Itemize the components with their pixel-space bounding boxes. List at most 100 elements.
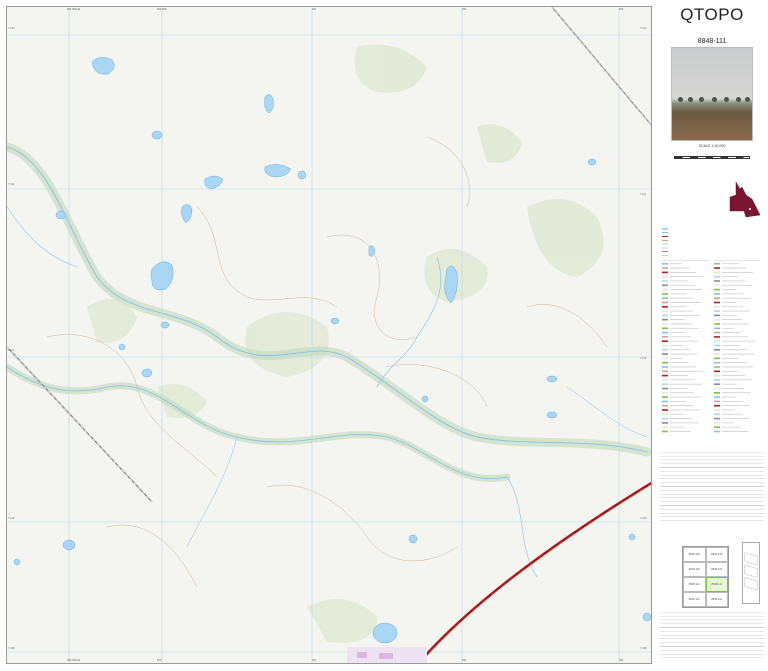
product-title: QTOPO — [680, 5, 744, 24]
left-tick-4: 7 109 — [8, 27, 15, 30]
legend-label — [722, 306, 743, 308]
legend-symbol — [714, 422, 720, 424]
legend-symbol — [714, 426, 720, 428]
legend-symbol — [714, 387, 720, 390]
legend-label — [670, 396, 701, 398]
location-marker-icon — [749, 208, 751, 210]
legend-symbol — [662, 404, 668, 407]
legend-symbol — [714, 413, 720, 416]
bottom-tick-1: 689 000mE — [67, 659, 81, 662]
legend-symbol — [662, 422, 668, 424]
legend-symbol — [714, 353, 720, 355]
legend-symbol — [714, 344, 720, 347]
legend-label — [670, 431, 691, 432]
legend-symbol — [662, 396, 668, 398]
tree-icon — [712, 97, 717, 102]
legend-label — [670, 289, 702, 290]
index-cell: 8848-113 — [683, 592, 706, 607]
legend-symbol — [714, 430, 720, 433]
right-tick-2: 7 111 — [640, 193, 647, 196]
legend-symbol — [662, 297, 668, 299]
legend-symbol — [714, 318, 720, 321]
legend-label — [670, 370, 703, 372]
legend-label — [722, 289, 737, 290]
legend-label — [722, 293, 744, 295]
settlement-area — [347, 647, 427, 663]
left-tick-5: 7 108 — [8, 647, 15, 650]
legend-label — [670, 323, 692, 325]
legend-label — [670, 272, 696, 273]
legend-label — [722, 332, 741, 333]
legend-label — [722, 401, 743, 402]
legend-symbol — [714, 263, 720, 265]
legend-symbol — [662, 361, 668, 364]
legend-label — [722, 272, 753, 273]
disclaimer-text — [660, 452, 764, 522]
legend-symbol — [714, 293, 720, 295]
map-frame[interactable]: 689 000mE 690 000 691 692 693 689 000mE … — [6, 6, 652, 664]
legend-label — [722, 375, 745, 376]
legend-label — [670, 302, 701, 303]
top-tick-3: 691 — [312, 8, 317, 11]
legend-symbol — [662, 314, 668, 317]
legend-symbol — [714, 404, 720, 407]
landscape-photo — [671, 47, 753, 141]
legend-label — [670, 310, 693, 312]
legend-symbol — [714, 357, 720, 360]
tree-icon — [736, 97, 741, 102]
topographic-map[interactable] — [7, 7, 652, 664]
legend-symbol — [714, 392, 720, 394]
legend-label — [670, 336, 691, 338]
legend-label — [670, 379, 695, 381]
sheet-index-grid: 8848-432 8848-433 8848-423 8848-422 8848… — [682, 546, 729, 608]
legend-symbol — [714, 336, 720, 338]
legend-label — [722, 396, 736, 398]
legend-symbol — [714, 366, 720, 368]
legend-label — [670, 267, 689, 269]
legend-label — [670, 284, 695, 286]
legend-label — [670, 319, 685, 320]
bottom-tick-2: 690 — [157, 659, 162, 662]
legend-label — [722, 263, 739, 265]
legend-symbol — [714, 275, 720, 278]
legend-label — [722, 327, 734, 329]
right-tick-1: 7 112 — [640, 27, 647, 30]
legend-symbol — [662, 263, 668, 265]
left-tick-3: 7 110 — [8, 517, 15, 520]
legend-label — [670, 276, 703, 277]
tree-icon — [688, 97, 693, 102]
legend-label — [670, 392, 694, 394]
legend-symbol — [662, 430, 668, 433]
legend-symbol — [714, 331, 720, 334]
legend-symbol — [662, 379, 668, 381]
index-cell: 8848-422 — [705, 562, 728, 577]
legend-label — [670, 418, 692, 419]
legend-symbol — [662, 349, 668, 351]
legend-label — [722, 319, 742, 320]
legend-label — [670, 349, 690, 351]
legend-label — [722, 297, 751, 299]
legend-symbol — [662, 413, 668, 416]
legend-symbol — [662, 301, 668, 304]
legend-label — [670, 297, 694, 299]
legend-label — [722, 323, 749, 325]
legend-label — [722, 310, 750, 312]
index-cell-current: 8848-111 — [705, 577, 728, 592]
legend-symbol — [662, 400, 668, 403]
legend-symbol — [714, 323, 720, 325]
legend-label — [722, 422, 734, 424]
top-tick-1: 689 000mE — [67, 8, 81, 11]
legend-symbol — [662, 426, 668, 428]
left-tick-1: 7 112 — [8, 183, 15, 186]
legend-symbol — [714, 400, 720, 403]
legend-label — [670, 315, 700, 316]
legend-label — [722, 418, 749, 419]
legend-label — [722, 366, 753, 368]
folding-diagram — [742, 542, 760, 604]
legend-section-1 — [662, 226, 762, 257]
legend-label — [670, 327, 699, 329]
legend-label — [670, 375, 688, 376]
scale-label: SCALE 1:10,000 — [698, 144, 726, 148]
legend-label — [670, 383, 702, 385]
legend-label — [670, 405, 693, 406]
